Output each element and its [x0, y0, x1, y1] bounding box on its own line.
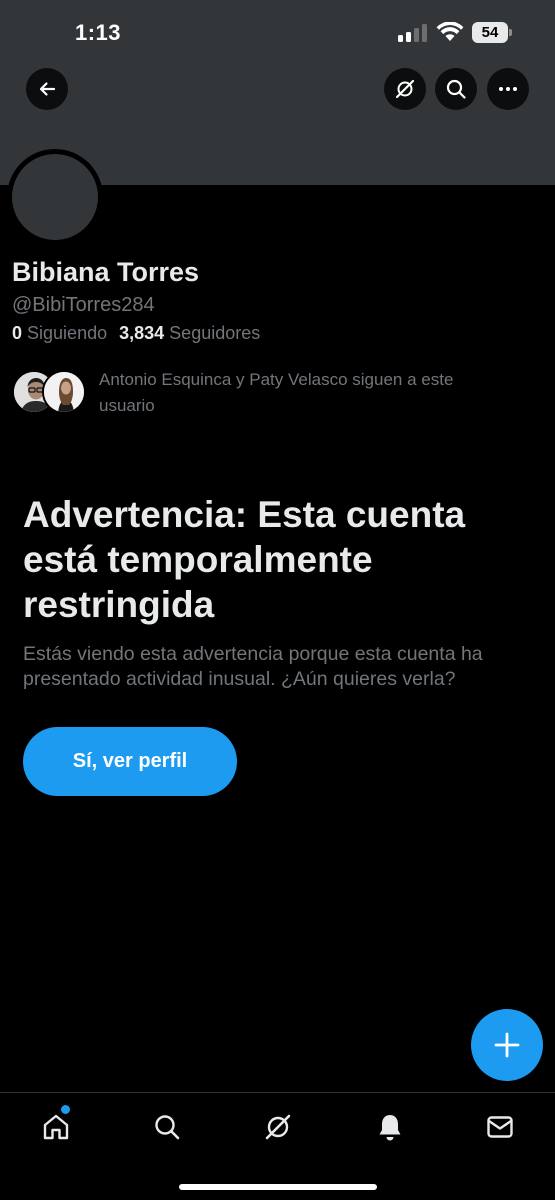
battery-indicator: 54	[472, 22, 512, 43]
more-icon	[499, 87, 517, 91]
plus-icon	[494, 1032, 520, 1058]
status-time: 1:13	[75, 20, 122, 45]
profile-avatar[interactable]	[7, 149, 103, 245]
home-icon	[43, 1114, 69, 1140]
follow-stats: 0 Siguiendo 3,834 Seguidores	[12, 323, 260, 344]
grok-icon	[265, 1114, 291, 1140]
followers-link[interactable]: 3,834 Seguidores	[119, 323, 260, 343]
mutual-follower-avatar	[42, 370, 86, 414]
mutual-followers[interactable]: Antonio Esquinca y Paty Velasco siguen a…	[12, 367, 552, 417]
tab-search[interactable]	[147, 1107, 187, 1147]
grok-icon	[395, 79, 415, 99]
followers-count: 3,834	[119, 323, 165, 343]
profile-handle: @BibiTorres284	[12, 294, 155, 316]
cellular-signal-icon	[398, 24, 428, 42]
profile-name: Bibiana Torres	[12, 257, 200, 287]
messages-envelope-icon	[487, 1116, 513, 1138]
followers-label: Seguidores	[169, 323, 261, 343]
warning-title: Advertencia: Esta cuenta está temporalme…	[23, 494, 466, 625]
wifi-icon	[436, 22, 464, 41]
search-icon	[155, 1115, 180, 1140]
search-button[interactable]	[435, 68, 477, 110]
grok-button[interactable]	[384, 68, 426, 110]
home-notification-dot	[61, 1105, 70, 1114]
tab-home[interactable]	[36, 1107, 76, 1147]
compose-button[interactable]	[471, 1009, 543, 1081]
status-bar: 1:13 54	[0, 0, 555, 64]
default-avatar-placeholder	[12, 154, 98, 240]
tab-notifications[interactable]	[370, 1107, 410, 1147]
tab-messages[interactable]	[480, 1107, 520, 1147]
search-icon	[446, 79, 466, 99]
back-button[interactable]	[26, 68, 68, 110]
battery-level: 54	[481, 24, 499, 41]
tab-grok[interactable]	[258, 1107, 298, 1147]
following-count: 0	[12, 323, 23, 343]
back-arrow-icon	[39, 82, 56, 96]
following-link[interactable]: 0 Siguiendo	[12, 323, 107, 343]
home-indicator	[179, 1184, 377, 1190]
view-profile-button[interactable]: Sí, ver perfil	[23, 727, 237, 796]
following-label: Siguiendo	[27, 323, 108, 343]
more-options-button[interactable]	[487, 68, 529, 110]
mutual-followers-text: Antonio Esquinca y Paty Velasco siguen a…	[99, 370, 454, 415]
warning-description: Estás viendo esta advertencia porque est…	[23, 643, 483, 690]
notifications-bell-icon	[379, 1115, 401, 1141]
